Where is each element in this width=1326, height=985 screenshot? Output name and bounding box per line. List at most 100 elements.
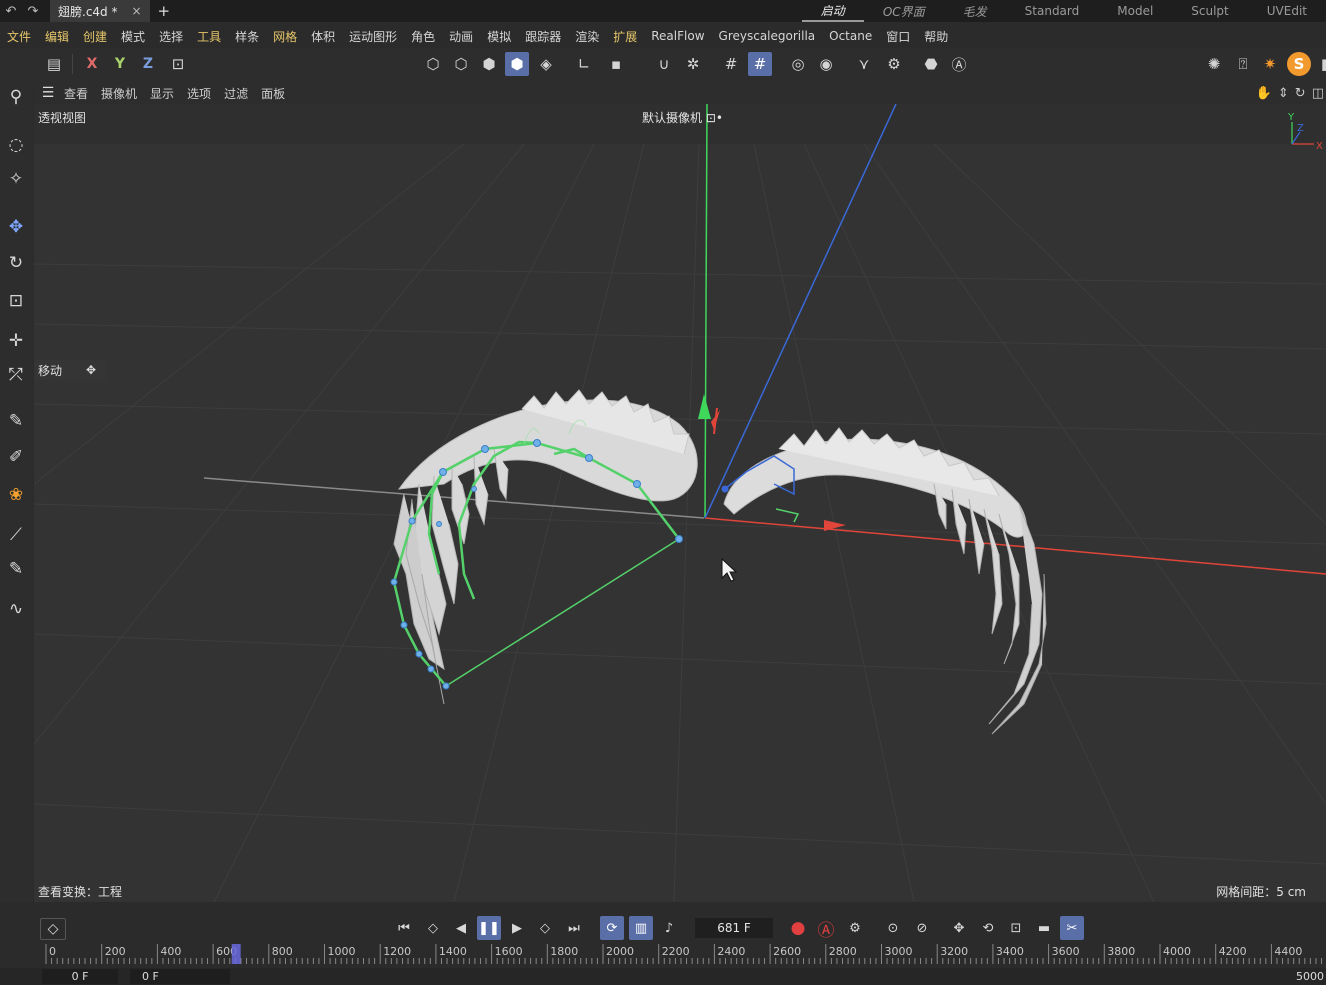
y-axis-lock-button[interactable]: Y	[108, 52, 132, 76]
maximize-view-icon[interactable]: ◫	[1312, 86, 1324, 101]
menu-extensions[interactable]: 扩展	[606, 28, 644, 45]
layout-tab-uvedit[interactable]: UVEdit	[1248, 0, 1326, 22]
record-icon[interactable]: ●	[786, 916, 810, 940]
menu-volume[interactable]: 体积	[304, 28, 342, 45]
interpolation-icon[interactable]: ✂	[1060, 916, 1084, 940]
autokey-icon[interactable]: Ⓐ	[814, 916, 838, 941]
burst-icon[interactable]: ✷	[1258, 52, 1282, 76]
record-position-icon[interactable]: ⊙	[881, 916, 905, 940]
workplane-snap-icon[interactable]: #	[748, 52, 772, 76]
close-tab-icon[interactable]: ×	[131, 4, 141, 18]
select-tool-icon[interactable]: ◌	[3, 132, 29, 158]
menu-mesh[interactable]: 网格	[266, 28, 304, 45]
workplane-icon[interactable]: ∟	[572, 52, 596, 76]
render-view-icon[interactable]: ◉	[814, 52, 838, 76]
rotate-tool-icon[interactable]: ↻	[3, 250, 29, 276]
dolly-icon[interactable]: ⇕	[1278, 86, 1289, 101]
next-frame-icon[interactable]: ▶	[505, 916, 529, 940]
viewport-menu-filter[interactable]: 过滤	[220, 85, 257, 102]
layout-tab-hair[interactable]: 毛发	[944, 0, 1006, 22]
scale-tool-icon[interactable]: ⊡	[3, 288, 29, 314]
go-to-start-icon[interactable]: ⏮	[392, 916, 416, 940]
orbit-icon[interactable]: ↻	[1295, 86, 1306, 101]
z-axis-lock-button[interactable]: Z	[136, 52, 160, 76]
snap-settings-icon[interactable]: ✲	[681, 52, 705, 76]
knife-icon[interactable]: ✎	[3, 556, 29, 582]
layout-tab-oc[interactable]: OC界面	[864, 0, 944, 22]
menu-mode[interactable]: 模式	[114, 28, 152, 45]
object-manager-icon[interactable]: ▤	[42, 52, 66, 76]
menu-tracker[interactable]: 跟踪器	[518, 28, 568, 45]
viewport-menu-icon[interactable]: ☰	[36, 85, 60, 101]
viewport-menu-camera[interactable]: 摄像机	[97, 85, 146, 102]
record-param-icon[interactable]: ⟲	[976, 916, 1000, 940]
menu-edit[interactable]: 编辑	[38, 28, 76, 45]
menu-realflow[interactable]: RealFlow	[644, 29, 711, 43]
document-tab[interactable]: 翅膀.c4d * ×	[50, 0, 150, 22]
undo-icon[interactable]: ↶	[0, 0, 22, 22]
loop-icon[interactable]: ⟳	[600, 916, 624, 940]
add-tab-icon[interactable]: +	[158, 2, 171, 20]
menu-animate[interactable]: 动画	[442, 28, 480, 45]
auto-icon[interactable]: Ⓐ	[947, 52, 971, 76]
menu-select[interactable]: 选择	[152, 28, 190, 45]
menu-render[interactable]: 渲染	[568, 28, 606, 45]
layout-tab-sculpt[interactable]: Sculpt	[1172, 0, 1247, 22]
brush-icon[interactable]: ⟋	[3, 522, 29, 548]
menu-greyscalegorilla[interactable]: Greyscalegorilla	[712, 29, 823, 43]
menu-mograph[interactable]: 运动图形	[342, 28, 404, 45]
menu-octane[interactable]: Octane	[822, 29, 879, 43]
keyframe-diamond-icon[interactable]: ◇	[40, 918, 66, 940]
go-to-end-icon[interactable]: ⏭	[562, 916, 586, 940]
plugin-s-icon[interactable]: S	[1287, 52, 1311, 76]
transform-tool-icon[interactable]: ⤱	[3, 362, 29, 388]
timeline-settings-icon[interactable]: ▬	[1032, 916, 1056, 940]
menu-simulate[interactable]: 模拟	[480, 28, 518, 45]
perspective-viewport[interactable]: ☰ 查看 摄像机 显示 选项 过滤 面板 ✋ ⇕ ↻ ◫ Y Z X 透视视图 …	[34, 82, 1326, 902]
solo-icon[interactable]: ▪	[604, 52, 628, 76]
layout-tab-model[interactable]: Model	[1098, 0, 1172, 22]
spline-pen-icon[interactable]: ✎	[3, 408, 29, 434]
viewport-menu-options[interactable]: 选项	[183, 85, 220, 102]
pause-button[interactable]: ❚❚	[477, 916, 501, 940]
search-icon[interactable]: ⚲	[3, 84, 29, 110]
timeline-ruler[interactable]: 0 200 400 600 800 1000 1200 1400 1600 1800 2000 220…	[34, 944, 1326, 968]
menu-tools[interactable]: 工具	[190, 28, 228, 45]
start-frame-field[interactable]: 0 F	[42, 969, 118, 984]
current-frame-field[interactable]: 681 F	[695, 918, 773, 938]
menu-create[interactable]: 创建	[76, 28, 114, 45]
viewport-menu-display[interactable]: 显示	[146, 85, 183, 102]
next-key-icon[interactable]: ◇	[533, 916, 557, 940]
camera-name-label[interactable]: 默认摄像机 ⊡•	[642, 109, 723, 126]
polygons-mode-icon[interactable]: ⬢	[477, 52, 501, 76]
x-axis-lock-button[interactable]: X	[80, 52, 104, 76]
transfer-tool-icon[interactable]: ✛	[3, 328, 29, 354]
pan-icon[interactable]: ✋	[1256, 86, 1272, 101]
symmetry-icon[interactable]: ⋎	[852, 52, 876, 76]
live-select-icon[interactable]: ✧	[3, 166, 29, 192]
menu-file[interactable]: 文件	[0, 28, 38, 45]
timeline-mode-icon[interactable]: ▥	[629, 916, 653, 940]
layout-tab-standard[interactable]: Standard	[1006, 0, 1099, 22]
viewport-menu-view[interactable]: 查看	[60, 85, 97, 102]
record-rotation-icon[interactable]: ⊘	[910, 916, 934, 940]
sketch-icon[interactable]: ✐	[3, 444, 29, 470]
spline-smooth-icon[interactable]: ∿	[3, 596, 29, 622]
sound-icon[interactable]: ♪	[657, 916, 681, 940]
menu-help[interactable]: 帮助	[917, 28, 955, 45]
record-scale-icon[interactable]: ✥	[947, 916, 971, 940]
key-settings-icon[interactable]: ⚙	[843, 916, 867, 940]
edges-mode-icon[interactable]: ⬡	[449, 52, 473, 76]
points-mode-icon[interactable]: ⬡	[421, 52, 445, 76]
record-pla-icon[interactable]: ⊡	[1004, 916, 1028, 940]
render-settings-icon[interactable]: ⚙	[882, 52, 906, 76]
viewport-menu-panel[interactable]: 面板	[257, 85, 294, 102]
previous-key-icon[interactable]: ◇	[421, 916, 445, 940]
magnet-icon[interactable]: ∪	[652, 52, 676, 76]
scene-canvas[interactable]: Y Z X	[34, 104, 1326, 902]
coordinate-system-icon[interactable]: ⊡	[166, 52, 190, 76]
previous-frame-icon[interactable]: ◀	[449, 916, 473, 940]
move-tool-icon[interactable]: ✥	[3, 214, 29, 240]
sculpt-icon[interactable]: ❀	[3, 482, 29, 508]
menu-character[interactable]: 角色	[404, 28, 442, 45]
